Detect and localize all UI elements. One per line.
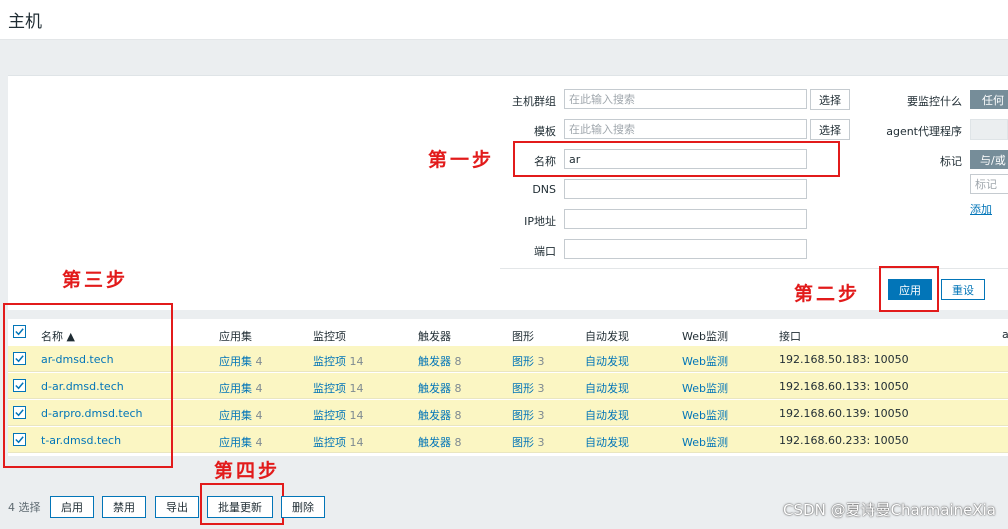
- agent-proxy-input[interactable]: [970, 119, 1008, 140]
- items-count: 14: [349, 355, 364, 368]
- graphs-count: 3: [537, 409, 545, 422]
- annotation-box-apply: [879, 266, 939, 312]
- tags-label: 标记: [940, 155, 962, 168]
- graphs-link[interactable]: 图形: [512, 355, 534, 368]
- applications-count: 4: [255, 382, 263, 395]
- host-group-select-button[interactable]: 选择: [810, 89, 850, 110]
- discovery-link[interactable]: 自动发现: [585, 353, 629, 369]
- applications-link[interactable]: 应用集: [219, 382, 252, 395]
- items-link[interactable]: 监控项: [313, 382, 346, 395]
- page-header: 主机: [0, 0, 1008, 40]
- applications-count: 4: [255, 436, 263, 449]
- annotation-step-1: 第一步: [428, 149, 495, 171]
- discovery-link[interactable]: 自动发现: [585, 434, 629, 450]
- triggers-count: 8: [454, 436, 462, 449]
- agent-proxy-label: agent代理程序: [886, 125, 962, 138]
- web-link[interactable]: Web监测: [682, 407, 728, 423]
- discovery-link[interactable]: 自动发现: [585, 380, 629, 396]
- tags-and-or-button[interactable]: 与/或: [970, 150, 1008, 169]
- template-input[interactable]: [564, 119, 807, 139]
- triggers-link[interactable]: 触发器: [418, 436, 451, 449]
- ip-input[interactable]: [564, 209, 807, 229]
- triggers-count: 8: [454, 409, 462, 422]
- monitor-what-label: 要监控什么: [907, 95, 962, 108]
- column-header-availability: a: [1002, 328, 1008, 341]
- host-group-label: 主机群组: [512, 95, 556, 108]
- applications-link[interactable]: 应用集: [219, 436, 252, 449]
- annotation-step-4: 第四步: [214, 460, 281, 482]
- monitor-what-any-button[interactable]: 任何: [970, 90, 1008, 109]
- items-link[interactable]: 监控项: [313, 409, 346, 422]
- graphs-link[interactable]: 图形: [512, 382, 534, 395]
- annotation-box-name: [513, 141, 840, 177]
- applications-count: 4: [255, 409, 263, 422]
- tag-add-link[interactable]: 添加: [970, 201, 992, 217]
- items-count: 14: [349, 409, 364, 422]
- graphs-count: 3: [537, 382, 545, 395]
- page-title: 主机: [8, 12, 42, 32]
- interface-value: 192.168.60.133: 10050: [779, 380, 909, 393]
- host-group-input[interactable]: [564, 89, 807, 109]
- web-link[interactable]: Web监测: [682, 353, 728, 369]
- port-input[interactable]: [564, 239, 807, 259]
- graphs-count: 3: [537, 436, 545, 449]
- triggers-link[interactable]: 触发器: [418, 409, 451, 422]
- applications-count: 4: [255, 355, 263, 368]
- column-header-applications: 应用集: [219, 330, 252, 343]
- selected-count: 4 选择: [8, 501, 41, 514]
- items-count: 14: [349, 382, 364, 395]
- applications-link[interactable]: 应用集: [219, 409, 252, 422]
- annotation-step-2: 第二步: [794, 283, 861, 305]
- ip-label: IP地址: [524, 215, 556, 228]
- triggers-link[interactable]: 触发器: [418, 382, 451, 395]
- template-label: 模板: [534, 125, 556, 138]
- items-link[interactable]: 监控项: [313, 436, 346, 449]
- mass-update-button[interactable]: 批量更新: [207, 496, 273, 518]
- discovery-link[interactable]: 自动发现: [585, 407, 629, 423]
- graphs-link[interactable]: 图形: [512, 436, 534, 449]
- interface-value: 192.168.60.233: 10050: [779, 434, 909, 447]
- delete-button[interactable]: 删除: [281, 496, 325, 518]
- annotation-box-rows: [3, 303, 173, 468]
- items-link[interactable]: 监控项: [313, 355, 346, 368]
- column-header-interface: 接口: [779, 330, 801, 343]
- web-link[interactable]: Web监测: [682, 380, 728, 396]
- graphs-link[interactable]: 图形: [512, 409, 534, 422]
- column-header-triggers: 触发器: [418, 330, 451, 343]
- interface-value: 192.168.60.139: 10050: [779, 407, 909, 420]
- web-link[interactable]: Web监测: [682, 434, 728, 450]
- enable-button[interactable]: 启用: [50, 496, 94, 518]
- graphs-count: 3: [537, 355, 545, 368]
- triggers-count: 8: [454, 382, 462, 395]
- tag-name-input[interactable]: [970, 174, 1008, 194]
- interface-value: 192.168.50.183: 10050: [779, 353, 909, 366]
- triggers-count: 8: [454, 355, 462, 368]
- dns-label: DNS: [532, 183, 556, 196]
- annotation-step-3: 第三步: [62, 269, 129, 291]
- triggers-link[interactable]: 触发器: [418, 355, 451, 368]
- applications-link[interactable]: 应用集: [219, 355, 252, 368]
- items-count: 14: [349, 436, 364, 449]
- column-header-items: 监控项: [313, 330, 346, 343]
- export-button[interactable]: 导出: [155, 496, 199, 518]
- column-header-web: Web监测: [682, 330, 728, 343]
- column-header-graphs: 图形: [512, 330, 534, 343]
- column-header-discovery: 自动发现: [585, 330, 629, 343]
- template-select-button[interactable]: 选择: [810, 119, 850, 140]
- dns-input[interactable]: [564, 179, 807, 199]
- port-label: 端口: [534, 245, 556, 258]
- watermark: CSDN @夏诗曼CharmaineXia: [783, 501, 996, 519]
- disable-button[interactable]: 禁用: [102, 496, 146, 518]
- reset-button[interactable]: 重设: [941, 279, 985, 300]
